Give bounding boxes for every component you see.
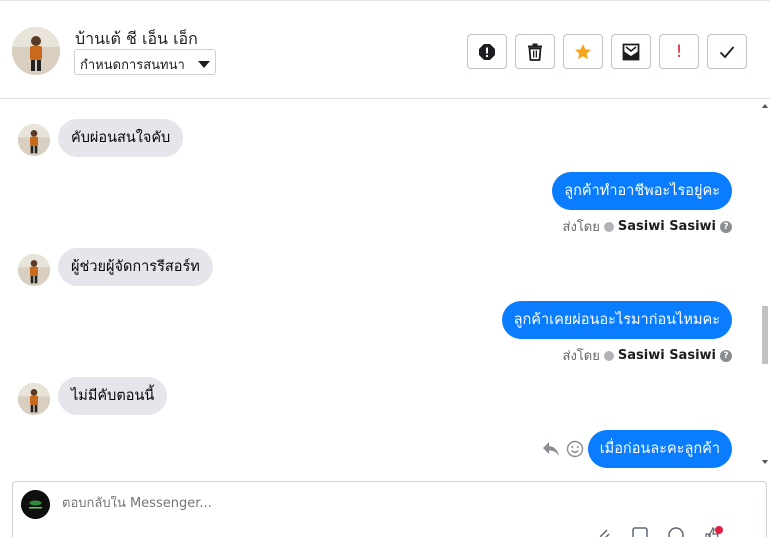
- star-icon: [575, 43, 591, 59]
- emoji-icon[interactable]: [667, 526, 685, 537]
- spam-button[interactable]: [467, 34, 507, 69]
- message-actions: [542, 440, 584, 458]
- delete-button[interactable]: [515, 34, 555, 69]
- mark-unread-icon: [622, 43, 640, 60]
- message-bubble-incoming[interactable]: ไม่มีคับตอนนี้: [58, 377, 168, 415]
- reply-input[interactable]: [62, 496, 562, 511]
- spam-icon: [479, 43, 495, 60]
- notification-dot: [715, 526, 723, 534]
- verified-icon: [603, 221, 614, 232]
- scroll-down-arrow-icon[interactable]: [762, 460, 768, 464]
- composer-toolbar: [595, 526, 721, 537]
- sender-name[interactable]: Sasiwi Sasiwi: [618, 219, 716, 234]
- page-avatar: [21, 490, 50, 519]
- message-bubble-incoming[interactable]: ผู้ช่วยผู้จัดการรีสอร์ท: [58, 248, 213, 286]
- reply-composer: [12, 481, 767, 537]
- sent-by-line: ส่งโดย Sasiwi Sasiwi ?: [563, 345, 732, 366]
- conversation-select[interactable]: กำหนดการสนทนา: [74, 49, 216, 75]
- scroll-up-arrow-icon[interactable]: [762, 104, 768, 108]
- sent-by-label: ส่งโดย: [562, 349, 600, 364]
- important-icon: !: [675, 41, 683, 62]
- saved-reply-icon[interactable]: [631, 526, 649, 537]
- mark-unread-button[interactable]: [611, 34, 651, 69]
- sent-by-label: ส่งโดย: [562, 220, 600, 235]
- chevron-down-icon: [198, 61, 210, 68]
- help-icon[interactable]: ?: [720, 349, 732, 362]
- trash-icon: [528, 43, 542, 61]
- thread-scrollbar[interactable]: [760, 100, 770, 472]
- conversation-select-value: กำหนดการสนทนา: [80, 58, 185, 73]
- sender-avatar: [18, 124, 50, 156]
- reply-icon[interactable]: [542, 441, 560, 457]
- mark-done-button[interactable]: [707, 34, 747, 69]
- message-bubble-incoming[interactable]: คับผ่อนสนใจคับ: [58, 119, 184, 157]
- sender-name[interactable]: Sasiwi Sasiwi: [618, 348, 716, 363]
- star-button[interactable]: [563, 34, 603, 69]
- important-button[interactable]: !: [659, 34, 699, 69]
- attachment-icon[interactable]: [595, 526, 613, 537]
- scrollbar-thumb[interactable]: [762, 306, 768, 364]
- contact-avatar[interactable]: [12, 27, 60, 75]
- conversation-header: บ้านเต้ ชี เอ็น เอ็ก กำหนดการสนทนา !: [0, 0, 770, 99]
- message-bubble-outgoing[interactable]: ลูกค้าเคยผ่อนอะไรมาก่อนไหมคะ: [501, 301, 732, 339]
- message-bubble-outgoing[interactable]: เมื่อก่อนละคะลูกค้า: [587, 430, 732, 468]
- sender-avatar: [18, 254, 50, 286]
- help-icon[interactable]: ?: [720, 220, 732, 233]
- message-bubble-outgoing[interactable]: ลูกค้าทำอาชีพอะไรอยู่คะ: [552, 172, 732, 210]
- emoji-reaction-icon[interactable]: [566, 440, 584, 458]
- message-thread: คับผ่อนสนใจคับ ลูกค้าทำอาชีพอะไรอยู่คะ ส…: [0, 100, 770, 472]
- verified-icon: [603, 350, 614, 361]
- sent-by-line: ส่งโดย Sasiwi Sasiwi ?: [563, 216, 732, 237]
- sender-avatar: [18, 383, 50, 415]
- check-icon: [719, 45, 735, 58]
